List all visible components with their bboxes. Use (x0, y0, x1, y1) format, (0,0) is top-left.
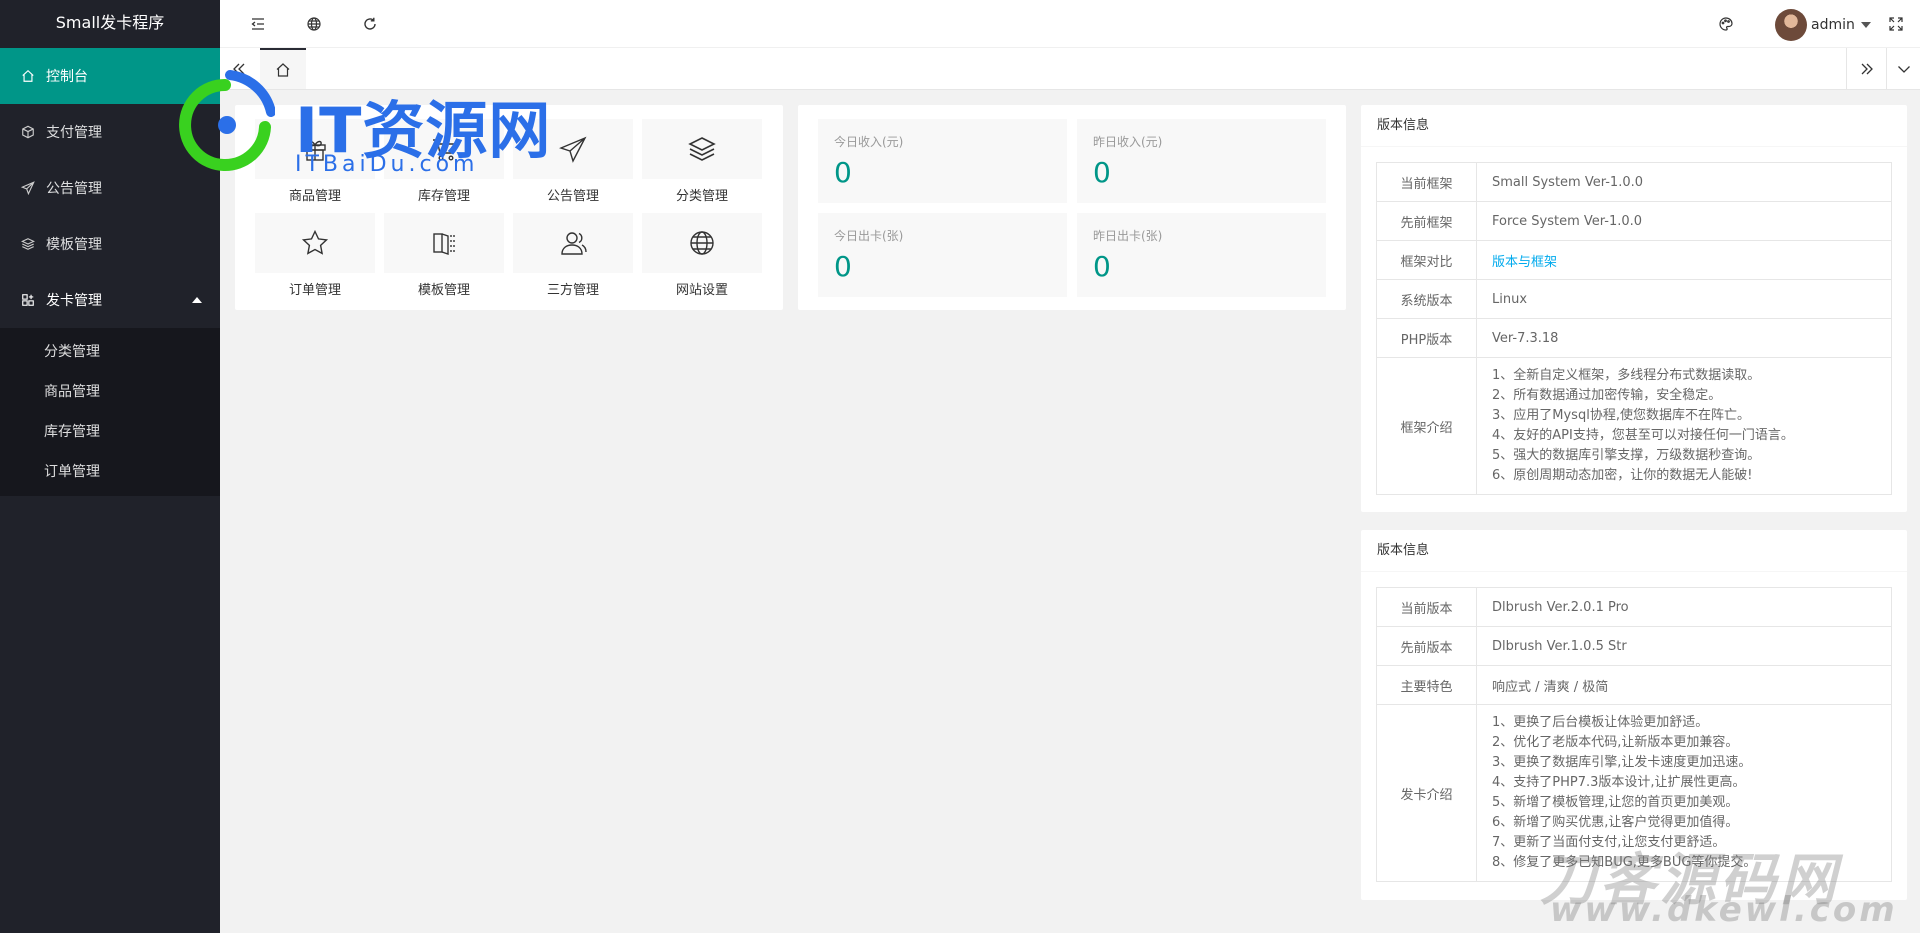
table-row: 框架对比 版本与框架 (1376, 240, 1892, 280)
sidebar-subitem-goods[interactable]: 商品管理 (0, 372, 220, 412)
stat-yesterday-cards: 昨日出卡(张) 0 (1077, 213, 1326, 297)
stats-card: 今日收入(元) 0 昨日收入(元) 0 今日出卡(张) 0 昨日出卡(张) 0 (798, 105, 1346, 310)
sidebar-item-label: 发卡管理 (46, 293, 102, 309)
version-panel-framework: 版本信息 当前框架 Small System Ver-1.0.0 先前框架 Forc… (1361, 105, 1907, 512)
table-row: 框架介绍 1、全新自定义框架，多线程分布式数据读取。 2、所有数据通过加密传输，… (1376, 357, 1892, 495)
sidebar-item-label: 公告管理 (46, 181, 102, 197)
user-name: admin (1811, 17, 1855, 33)
table-row: 先前框架 Force System Ver-1.0.0 (1376, 201, 1892, 241)
shortcut-order[interactable]: 订单管理 (255, 213, 375, 309)
layers-icon (20, 236, 36, 252)
template-icon (433, 233, 455, 255)
top-header: admin (220, 0, 1920, 48)
watermark-logo-top: IT资源网 ITBaiDu.com (175, 62, 595, 182)
stat-today-income: 今日收入(元) 0 (818, 119, 1067, 203)
globe-icon (690, 231, 714, 255)
sidebar-item-template[interactable]: 模板管理 (0, 216, 220, 272)
cube-icon (20, 124, 36, 140)
panel-title: 版本信息 (1361, 530, 1907, 572)
paper-plane-icon (20, 180, 36, 196)
users-icon (561, 232, 587, 255)
compare-link[interactable]: 版本与框架 (1492, 255, 1557, 270)
sidebar-item-card[interactable]: 发卡管理 (0, 272, 220, 328)
sidebar-item-label: 控制台 (46, 69, 88, 85)
refresh-icon[interactable] (360, 14, 380, 34)
stat-today-cards: 今日出卡(张) 0 (818, 213, 1067, 297)
shortcut-thirdparty[interactable]: 三方管理 (513, 213, 633, 309)
stat-yesterday-income: 昨日收入(元) 0 (1077, 119, 1326, 203)
table-row: 当前框架 Small System Ver-1.0.0 (1376, 162, 1892, 202)
user-menu[interactable]: admin (1775, 9, 1871, 41)
theme-icon[interactable] (1716, 14, 1736, 34)
sidebar-subitem-stock[interactable]: 库存管理 (0, 412, 220, 452)
sidebar-subitem-order[interactable]: 订单管理 (0, 452, 220, 492)
watermark-ring-icon (179, 70, 275, 171)
avatar (1775, 9, 1807, 41)
chevron-down-icon (1860, 22, 1871, 28)
tabs-scroll-right-icon[interactable] (1846, 48, 1886, 89)
tabs-dropdown-icon[interactable] (1886, 48, 1920, 89)
panel-title: 版本信息 (1361, 105, 1907, 147)
shortcut-category[interactable]: 分类管理 (642, 119, 762, 215)
sidebar-subitem-category[interactable]: 分类管理 (0, 332, 220, 372)
home-icon (20, 68, 36, 84)
sidebar-subnav: 分类管理 商品管理 库存管理 订单管理 (0, 328, 220, 496)
framework-info-table: 当前框架 Small System Ver-1.0.0 先前框架 Force Sys… (1376, 162, 1892, 495)
table-row: PHP版本 Ver-7.3.18 (1376, 318, 1892, 358)
chevron-up-icon (192, 297, 202, 303)
sidebar-item-label: 模板管理 (46, 237, 102, 253)
fullscreen-icon[interactable] (1886, 14, 1906, 34)
table-row: 先前版本 Dlbrush Ver.1.0.5 Str (1376, 626, 1892, 666)
framework-intro: 1、全新自定义框架，多线程分布式数据读取。 2、所有数据通过加密传输，安全稳定。… (1476, 357, 1892, 495)
shortcut-template[interactable]: 模板管理 (384, 213, 504, 309)
table-row: 主要特色 响应式 / 清爽 / 极简 (1376, 665, 1892, 705)
apps-icon (20, 292, 36, 308)
app-logo[interactable]: Small发卡程序 (0, 0, 220, 48)
watermark-logo-bottom: 刀客源码网 www.dkewl.com (1540, 848, 1898, 930)
shortcut-site-settings[interactable]: 网站设置 (642, 213, 762, 309)
sidebar-item-label: 支付管理 (46, 125, 102, 141)
table-row: 系统版本 Linux (1376, 279, 1892, 319)
menu-fold-icon[interactable] (248, 14, 268, 34)
layers-icon (688, 137, 716, 161)
table-row: 当前版本 Dlbrush Ver.2.0.1 Pro (1376, 587, 1892, 627)
website-icon[interactable] (304, 14, 324, 34)
star-icon (301, 229, 329, 255)
